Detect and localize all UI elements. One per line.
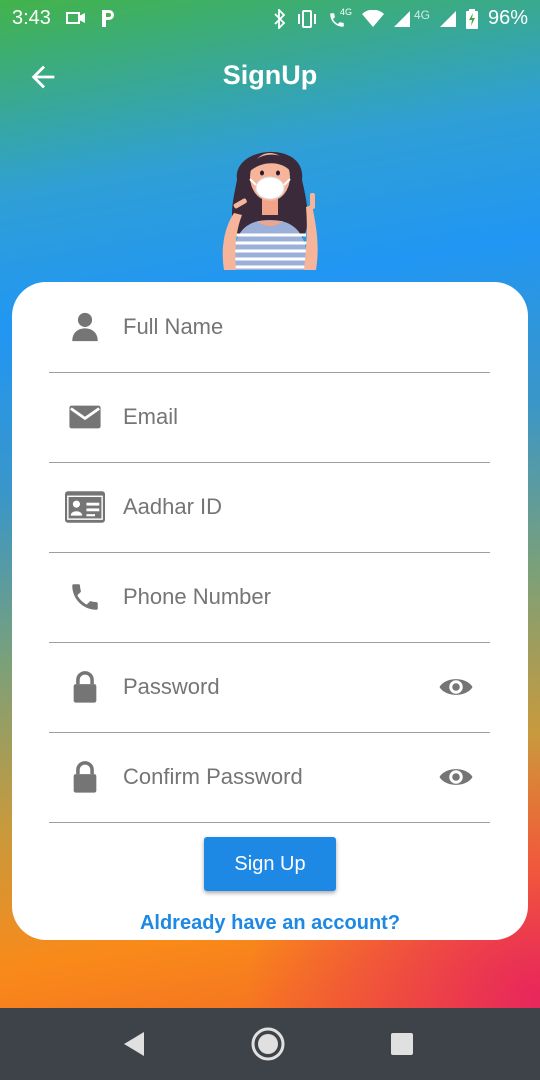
network-type-label: 4G xyxy=(413,7,430,22)
eye-icon[interactable] xyxy=(438,672,474,702)
page-title: SignUp xyxy=(222,60,318,90)
aadhar-id-input[interactable] xyxy=(121,486,425,528)
girl-with-mask-illustration xyxy=(222,151,318,270)
aadhar-id-field xyxy=(49,462,490,553)
battery-percent: 96% xyxy=(487,7,528,29)
sign-up-button[interactable]: Sign Up xyxy=(204,837,336,891)
login-link[interactable]: Aldready have an account? xyxy=(12,912,528,935)
full-name-field xyxy=(49,282,490,373)
nav-home-icon[interactable] xyxy=(250,1026,286,1062)
video-camera-icon xyxy=(66,12,85,24)
status-bar: 3:43 4G 4G 96% xyxy=(0,0,540,36)
lock-icon xyxy=(73,671,97,703)
full-name-input[interactable] xyxy=(121,306,425,348)
signal-icon-2 xyxy=(439,10,456,27)
nav-recents-icon[interactable] xyxy=(384,1026,420,1062)
signal-icon xyxy=(393,10,410,27)
id-card-icon xyxy=(65,491,105,523)
phone-number-input[interactable] xyxy=(121,576,425,618)
person-icon xyxy=(72,312,98,342)
email-icon xyxy=(69,405,101,429)
status-time: 3:43 xyxy=(12,7,51,29)
confirm-password-input[interactable] xyxy=(121,756,425,798)
confirm-password-field xyxy=(49,732,490,823)
password-input[interactable] xyxy=(121,666,425,708)
nav-back-icon[interactable] xyxy=(118,1026,154,1062)
volte-label: 4G xyxy=(339,6,352,17)
password-field xyxy=(49,642,490,733)
eye-icon[interactable] xyxy=(438,762,474,792)
system-nav-bar xyxy=(0,1008,540,1080)
email-input[interactable] xyxy=(121,396,425,438)
bluetooth-icon xyxy=(274,8,286,29)
battery-charging-icon xyxy=(465,8,478,29)
vibrate-icon xyxy=(297,9,316,28)
email-field xyxy=(49,372,490,463)
phone-icon xyxy=(72,584,98,610)
wifi-icon xyxy=(361,9,384,27)
signup-card: Sign Up Aldready have an account? xyxy=(12,282,528,940)
phone-number-field xyxy=(49,552,490,643)
parking-app-icon xyxy=(102,10,114,27)
lock-icon xyxy=(73,761,97,793)
